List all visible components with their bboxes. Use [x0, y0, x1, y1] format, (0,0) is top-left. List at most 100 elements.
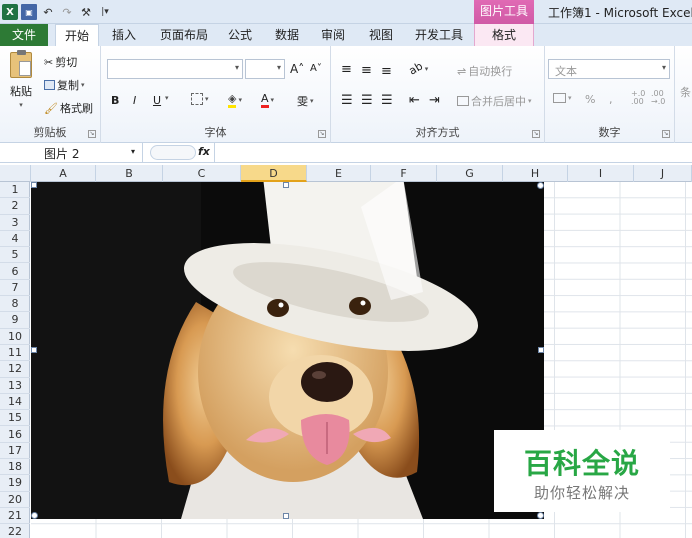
tab-home[interactable]: 开始 — [55, 24, 99, 47]
format-painter-button[interactable]: 🖌 格式刷 — [44, 100, 93, 116]
grow-font-button[interactable]: A˄ — [290, 62, 304, 76]
cut-button[interactable]: ✂ 剪切 — [44, 54, 77, 70]
column-header[interactable]: B — [96, 165, 163, 182]
excel-icon[interactable]: X — [2, 4, 18, 20]
conditional-format-partial[interactable]: 条 — [680, 84, 691, 100]
clipboard-launcher-icon[interactable]: ↘ — [88, 130, 96, 138]
font-size-combo[interactable]: ▾ — [245, 59, 285, 79]
row-header[interactable]: 2 — [0, 198, 30, 215]
comma-button[interactable]: , — [609, 93, 613, 106]
resize-handle[interactable] — [537, 512, 544, 519]
column-header[interactable]: C — [163, 165, 241, 182]
increase-indent-button[interactable]: ⇥ — [429, 93, 440, 108]
column-header[interactable]: E — [307, 165, 371, 182]
row-header[interactable]: 5 — [0, 247, 30, 264]
resize-handle[interactable] — [283, 513, 289, 519]
select-all-corner[interactable] — [0, 165, 31, 182]
phonetic-button[interactable]: 雯 ▾ — [297, 93, 314, 109]
bold-button[interactable]: B — [111, 94, 119, 107]
tab-format[interactable]: 格式 — [474, 24, 534, 46]
alignment-launcher-icon[interactable]: ↘ — [532, 130, 540, 138]
row-header[interactable]: 13 — [0, 378, 30, 394]
copy-button[interactable]: 复制 ▾ — [44, 77, 85, 93]
percent-button[interactable]: % — [585, 93, 595, 106]
paste-button[interactable]: 粘贴 ▾ — [6, 50, 36, 109]
row-header[interactable]: 4 — [0, 231, 30, 248]
column-header[interactable]: H — [503, 165, 568, 182]
undo-icon[interactable]: ↶ — [40, 4, 56, 20]
resize-handle[interactable] — [31, 512, 38, 519]
tools-icon[interactable]: ⚒ — [78, 4, 94, 20]
selected-picture[interactable] — [31, 182, 544, 519]
column-header[interactable]: I — [568, 165, 634, 182]
borders-button[interactable]: ▾ — [191, 93, 209, 105]
row-header[interactable]: 14 — [0, 394, 30, 411]
row-header[interactable]: 15 — [0, 410, 30, 427]
row-header[interactable]: 10 — [0, 329, 30, 345]
font-launcher-icon[interactable]: ↘ — [318, 130, 326, 138]
chevron-down-icon[interactable]: ▾ — [165, 94, 169, 102]
column-header-active[interactable]: D — [241, 165, 307, 182]
resize-handle[interactable] — [537, 182, 544, 189]
tab-insert[interactable]: 插入 — [105, 24, 143, 46]
number-format-combo[interactable]: 文本 ▾ — [548, 59, 670, 79]
align-left-button[interactable]: ☰ — [341, 93, 353, 108]
decrease-decimal-button[interactable]: .00 →.0 — [651, 90, 665, 106]
resize-handle[interactable] — [31, 182, 37, 188]
merge-center-button[interactable]: 合并后居中 ▾ — [457, 93, 532, 109]
tab-file[interactable]: 文件 — [0, 24, 48, 46]
column-header[interactable]: G — [437, 165, 503, 182]
tab-view[interactable]: 视图 — [362, 24, 400, 46]
row-header[interactable]: 11 — [0, 345, 30, 362]
column-header[interactable]: F — [371, 165, 437, 182]
shrink-font-button[interactable]: A˅ — [310, 63, 322, 74]
decrease-indent-button[interactable]: ⇤ — [409, 93, 420, 108]
tab-formulas[interactable]: 公式 — [221, 24, 259, 46]
row-header[interactable]: 20 — [0, 492, 30, 508]
tab-developer[interactable]: 开发工具 — [408, 24, 470, 46]
increase-decimal-button[interactable]: +.0 .00 — [631, 90, 645, 106]
align-middle-button[interactable]: ≡ — [361, 63, 372, 78]
number-launcher-icon[interactable]: ↘ — [662, 130, 670, 138]
font-color-button[interactable]: A ▾ — [261, 92, 274, 108]
resize-handle[interactable] — [31, 347, 37, 353]
align-right-button[interactable]: ☰ — [381, 93, 393, 108]
italic-button[interactable]: I — [133, 94, 136, 107]
column-header[interactable]: J — [634, 165, 692, 182]
row-header[interactable]: 17 — [0, 443, 30, 460]
row-header[interactable]: 16 — [0, 427, 30, 443]
customize-qat-icon[interactable]: |▾ — [97, 4, 113, 20]
font-name-combo[interactable]: ▾ — [107, 59, 243, 79]
wrap-text-button[interactable]: ⇌ 自动换行 — [457, 63, 512, 79]
resize-handle[interactable] — [283, 182, 289, 188]
row-header[interactable]: 22 — [0, 524, 30, 538]
column-header[interactable]: A — [31, 165, 96, 182]
resize-handle[interactable] — [538, 347, 544, 353]
insert-function-icon[interactable]: fx — [198, 145, 210, 158]
row-header[interactable]: 1 — [0, 182, 30, 199]
align-bottom-button[interactable]: ≡ — [381, 64, 392, 79]
fill-color-button[interactable]: ◈ ▾ — [228, 92, 242, 108]
row-header[interactable]: 8 — [0, 296, 30, 313]
align-top-button[interactable]: ≡ — [341, 62, 352, 77]
row-header[interactable]: 21 — [0, 508, 30, 525]
redo-icon[interactable]: ↷ — [59, 4, 75, 20]
row-header[interactable]: 12 — [0, 361, 30, 378]
tab-review[interactable]: 审阅 — [314, 24, 352, 46]
formula-input[interactable] — [214, 143, 692, 162]
underline-button[interactable]: U — [153, 94, 161, 107]
orientation-button[interactable]: ab ▾ — [407, 59, 429, 77]
tab-data[interactable]: 数据 — [268, 24, 306, 46]
accounting-format-button[interactable]: ▾ — [553, 93, 572, 103]
align-center-button[interactable]: ☰ — [361, 93, 373, 108]
row-header[interactable]: 7 — [0, 280, 30, 297]
row-header[interactable]: 3 — [0, 215, 30, 231]
save-icon[interactable]: ▣ — [21, 4, 37, 20]
chevron-down-icon[interactable]: ▾ — [131, 147, 135, 156]
formula-bar-splitter[interactable] — [150, 145, 196, 160]
row-header[interactable]: 9 — [0, 312, 30, 329]
tab-page-layout[interactable]: 页面布局 — [155, 24, 213, 46]
row-header[interactable]: 19 — [0, 475, 30, 492]
name-box[interactable]: 图片 2 ▾ — [0, 143, 143, 162]
row-header[interactable]: 18 — [0, 459, 30, 476]
